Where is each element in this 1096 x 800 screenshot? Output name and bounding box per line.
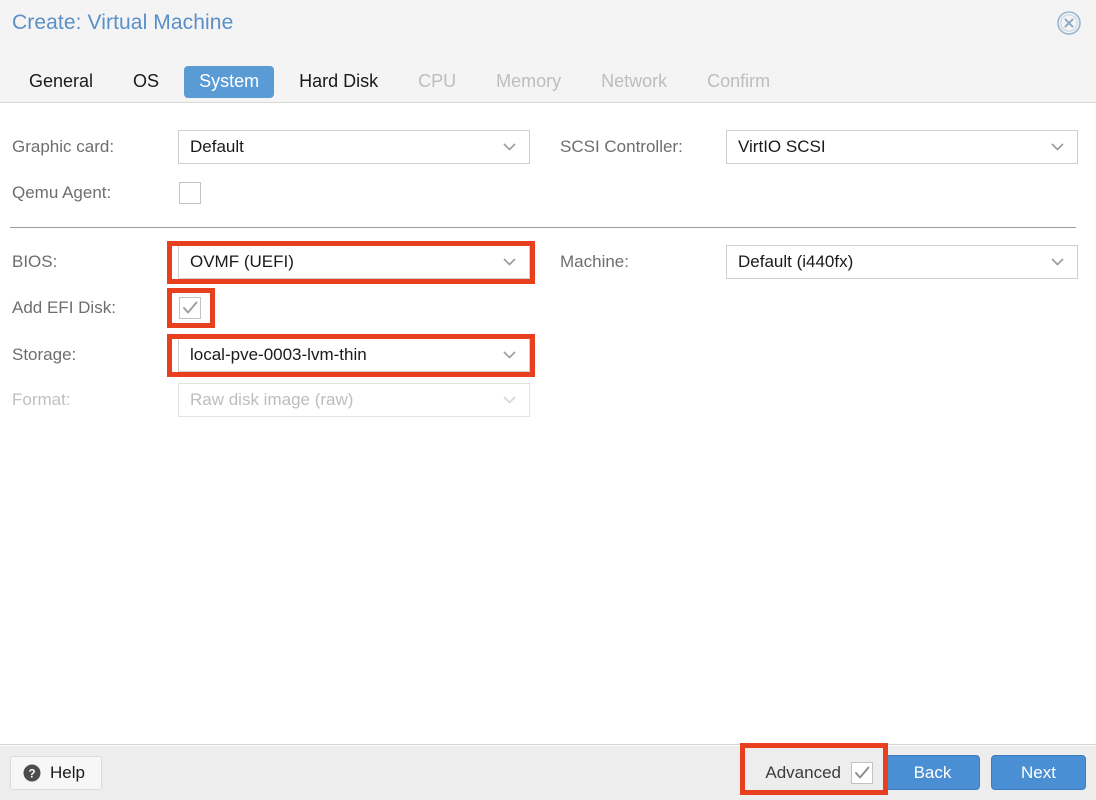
bios-value: OVMF (UEFI) (190, 252, 294, 271)
help-button[interactable]: ? Help (10, 756, 102, 790)
chevron-down-icon (503, 143, 516, 151)
qemu-agent-checkbox[interactable] (179, 182, 201, 204)
advanced-checkbox[interactable] (851, 762, 873, 784)
chevron-down-icon (1051, 258, 1064, 266)
back-button[interactable]: Back (885, 755, 980, 790)
checkmark-icon (183, 301, 198, 314)
create-virtual-machine-dialog: Create: Virtual Machine General OS Syste… (0, 0, 1096, 800)
storage-value: local-pve-0003-lvm-thin (190, 345, 367, 364)
close-icon[interactable] (1055, 9, 1083, 37)
storage-select[interactable]: local-pve-0003-lvm-thin (178, 338, 530, 372)
graphic-card-label: Graphic card: (12, 137, 115, 156)
tab-cpu: CPU (418, 71, 457, 91)
machine-value: Default (i440fx) (738, 252, 854, 271)
help-button-label: Help (50, 763, 85, 782)
add-efi-disk-label: Add EFI Disk: (12, 298, 116, 317)
bios-label: BIOS: (12, 252, 58, 271)
question-mark-circle-icon: ? (23, 764, 41, 782)
field-row-machine: Machine: Default (i440fx) (548, 241, 1078, 283)
tab-memory: Memory (496, 71, 562, 91)
wizard-tabbar: General OS System Hard Disk CPU Memory N… (0, 62, 795, 102)
tab-system[interactable]: System (184, 66, 275, 98)
tab-os[interactable]: OS (118, 66, 174, 98)
bios-select[interactable]: OVMF (UEFI) (178, 245, 530, 279)
dialog-body: Graphic card: Default Qemu Agent: BIOS: … (0, 103, 1096, 745)
format-value: Raw disk image (raw) (190, 390, 354, 409)
scsi-controller-value: VirtIO SCSI (738, 137, 826, 156)
tab-hard-disk[interactable]: Hard Disk (284, 66, 393, 98)
machine-label: Machine: (560, 252, 629, 271)
machine-select[interactable]: Default (i440fx) (726, 245, 1078, 279)
storage-label: Storage: (12, 345, 77, 364)
add-efi-disk-checkbox[interactable] (179, 297, 201, 319)
tab-general[interactable]: General (14, 66, 108, 98)
svg-text:?: ? (28, 768, 35, 780)
tab-network: Network (601, 71, 668, 91)
field-row-scsi-controller: SCSI Controller: VirtIO SCSI (548, 126, 1078, 168)
dialog-header: Create: Virtual Machine General OS Syste… (0, 0, 1096, 103)
chevron-down-icon (503, 258, 516, 266)
checkmark-icon (855, 766, 870, 779)
graphic-card-select[interactable]: Default (178, 130, 530, 164)
field-row-bios: BIOS: OVMF (UEFI) (0, 241, 530, 283)
format-label: Format: (12, 390, 71, 409)
chevron-down-icon (503, 396, 516, 404)
next-button[interactable]: Next (991, 755, 1086, 790)
chevron-down-icon (503, 351, 516, 359)
scsi-controller-select[interactable]: VirtIO SCSI (726, 130, 1078, 164)
field-row-add-efi-disk: Add EFI Disk: (0, 287, 201, 329)
dialog-title: Create: Virtual Machine (12, 11, 234, 34)
advanced-toggle[interactable]: Advanced (765, 757, 873, 789)
format-select: Raw disk image (raw) (178, 383, 530, 417)
field-row-qemu-agent: Qemu Agent: (0, 172, 201, 214)
scsi-controller-label: SCSI Controller: (560, 137, 683, 156)
tab-confirm: Confirm (707, 71, 771, 91)
section-divider (10, 227, 1076, 228)
field-row-storage: Storage: local-pve-0003-lvm-thin (0, 334, 530, 376)
advanced-label: Advanced (765, 763, 841, 782)
field-row-format: Format: Raw disk image (raw) (0, 379, 530, 421)
chevron-down-icon (1051, 143, 1064, 151)
graphic-card-value: Default (190, 137, 244, 156)
field-row-graphic-card: Graphic card: Default (0, 126, 530, 168)
qemu-agent-label: Qemu Agent: (12, 183, 112, 202)
